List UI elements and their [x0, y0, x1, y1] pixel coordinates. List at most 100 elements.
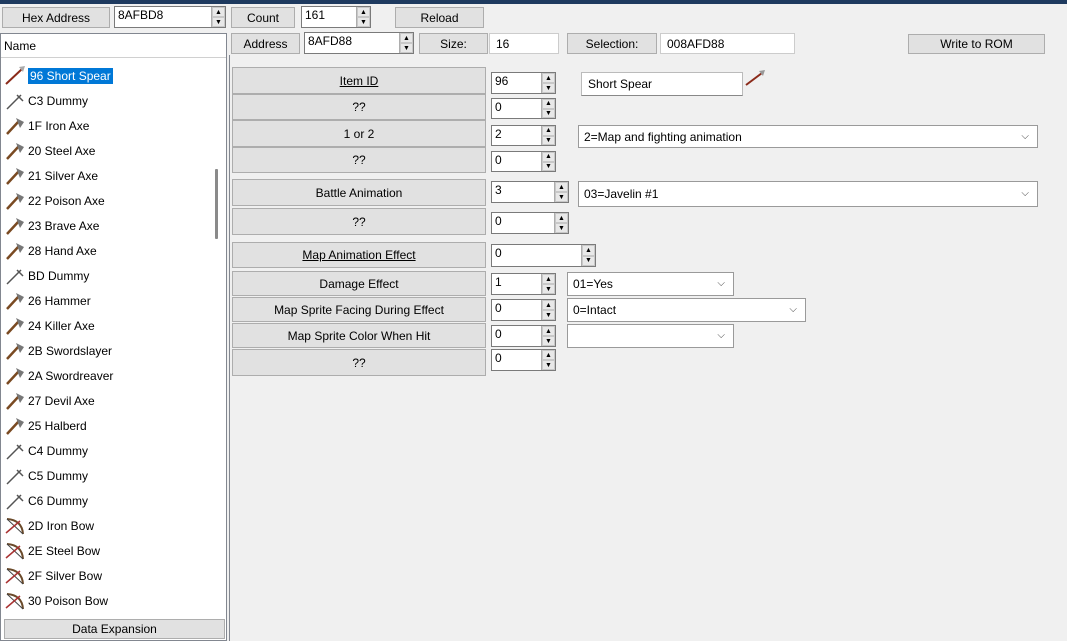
item-id-button[interactable]: Item ID [232, 67, 486, 94]
size-field[interactable]: 16 [489, 33, 559, 54]
damage-effect-input[interactable]: 1 ▲ ▼ [491, 273, 556, 295]
address-input[interactable]: 8AFD88 ▲ ▼ [304, 32, 414, 54]
list-item[interactable]: 1F Iron Axe [1, 113, 211, 138]
spin-up-icon[interactable]: ▲ [555, 182, 568, 192]
color-when-hit-input[interactable]: 0 ▲ ▼ [491, 325, 556, 347]
list-item[interactable]: BD Dummy [1, 263, 211, 288]
list-item[interactable]: 2E Steel Bow [1, 538, 211, 563]
facing-during-effect-spinner[interactable]: ▲ ▼ [541, 300, 555, 320]
spin-up-icon[interactable]: ▲ [357, 7, 370, 17]
list-item[interactable]: 30 Poison Bow [1, 588, 211, 613]
unknown-1-input[interactable]: 0 ▲ ▼ [491, 98, 556, 119]
spin-down-icon[interactable]: ▼ [542, 108, 555, 118]
unknown-3-button[interactable]: ?? [232, 208, 486, 235]
list-item[interactable]: C6 Dummy [1, 488, 211, 513]
list-item[interactable]: C4 Dummy [1, 438, 211, 463]
list-item[interactable]: 23 Brave Axe [1, 213, 211, 238]
spin-up-icon[interactable]: ▲ [400, 33, 413, 43]
spin-up-icon[interactable]: ▲ [542, 274, 555, 284]
spin-up-icon[interactable]: ▲ [212, 7, 225, 17]
list-item[interactable]: 2B Swordslayer [1, 338, 211, 363]
item-name-field[interactable]: Short Spear [581, 72, 743, 96]
data-expansion-button[interactable]: Data Expansion [4, 619, 225, 639]
name-column-header[interactable]: Name [1, 34, 226, 58]
item-list[interactable]: 96 Short Spear C3 Dummy 1F Iron Axe 20 Stee… [1, 63, 211, 613]
spin-down-icon[interactable]: ▼ [542, 135, 555, 145]
count-spinner[interactable]: ▲ ▼ [356, 7, 370, 27]
facing-during-effect-dropdown[interactable]: 0=Intact ⌵ [567, 298, 806, 322]
spin-down-icon[interactable]: ▼ [555, 223, 568, 233]
unknown-2-spinner[interactable]: ▲ ▼ [541, 152, 555, 171]
unknown-2-button[interactable]: ?? [232, 147, 486, 173]
spin-up-icon[interactable]: ▲ [555, 213, 568, 223]
unknown-2-input[interactable]: 0 ▲ ▼ [491, 151, 556, 172]
battle-animation-dropdown[interactable]: 03=Javelin #1 ⌵ [578, 181, 1038, 207]
color-when-hit-button[interactable]: Map Sprite Color When Hit [232, 323, 486, 348]
unknown-4-button[interactable]: ?? [232, 349, 486, 376]
battle-animation-spinner[interactable]: ▲ ▼ [554, 182, 568, 202]
list-item[interactable]: 28 Hand Axe [1, 238, 211, 263]
spin-up-icon[interactable]: ▲ [582, 245, 595, 256]
spin-up-icon[interactable]: ▲ [542, 126, 555, 136]
unknown-1-button[interactable]: ?? [232, 94, 486, 120]
list-item[interactable]: 27 Devil Axe [1, 388, 211, 413]
one-or-two-spinner[interactable]: ▲ ▼ [541, 126, 555, 145]
spin-down-icon[interactable]: ▼ [542, 161, 555, 171]
write-to-rom-button[interactable]: Write to ROM [908, 34, 1045, 54]
list-item[interactable]: 96 Short Spear [1, 63, 211, 88]
spin-down-icon[interactable]: ▼ [212, 17, 225, 27]
list-item[interactable]: 2D Iron Bow [1, 513, 211, 538]
list-item[interactable]: C5 Dummy [1, 463, 211, 488]
list-item[interactable]: 21 Silver Axe [1, 163, 211, 188]
battle-animation-input[interactable]: 3 ▲ ▼ [491, 181, 569, 203]
damage-effect-button[interactable]: Damage Effect [232, 271, 486, 296]
facing-during-effect-input[interactable]: 0 ▲ ▼ [491, 299, 556, 321]
spin-down-icon[interactable]: ▼ [400, 43, 413, 53]
spin-down-icon[interactable]: ▼ [542, 310, 555, 320]
map-animation-effect-input[interactable]: 0 ▲ ▼ [491, 244, 596, 267]
battle-animation-button[interactable]: Battle Animation [232, 179, 486, 206]
one-or-two-input[interactable]: 2 ▲ ▼ [491, 125, 556, 146]
hex-address-spinner[interactable]: ▲ ▼ [211, 7, 225, 27]
spin-up-icon[interactable]: ▲ [542, 73, 555, 83]
list-item[interactable]: 24 Killer Axe [1, 313, 211, 338]
map-animation-effect-spinner[interactable]: ▲ ▼ [581, 245, 595, 266]
spin-down-icon[interactable]: ▼ [555, 192, 568, 202]
spin-up-icon[interactable]: ▲ [542, 300, 555, 310]
list-item[interactable]: 25 Halberd [1, 413, 211, 438]
damage-effect-spinner[interactable]: ▲ ▼ [541, 274, 555, 294]
spin-down-icon[interactable]: ▼ [542, 83, 555, 93]
damage-effect-dropdown[interactable]: 01=Yes ⌵ [567, 272, 734, 296]
spin-down-icon[interactable]: ▼ [582, 255, 595, 266]
spin-down-icon[interactable]: ▼ [542, 336, 555, 346]
reload-button[interactable]: Reload [395, 7, 484, 28]
address-spinner[interactable]: ▲ ▼ [399, 33, 413, 53]
list-item[interactable]: C3 Dummy [1, 88, 211, 113]
unknown-4-spinner[interactable]: ▲ ▼ [541, 350, 555, 370]
spin-up-icon[interactable]: ▲ [542, 350, 555, 360]
list-item[interactable]: 2F Silver Bow [1, 563, 211, 588]
map-animation-effect-button[interactable]: Map Animation Effect [232, 242, 486, 268]
unknown-1-spinner[interactable]: ▲ ▼ [541, 99, 555, 118]
list-item[interactable]: 22 Poison Axe [1, 188, 211, 213]
spin-down-icon[interactable]: ▼ [542, 284, 555, 294]
item-id-spinner[interactable]: ▲ ▼ [541, 73, 555, 93]
one-or-two-button[interactable]: 1 or 2 [232, 120, 486, 147]
count-input[interactable]: 161 ▲ ▼ [301, 6, 371, 28]
spin-up-icon[interactable]: ▲ [542, 326, 555, 336]
spin-up-icon[interactable]: ▲ [542, 152, 555, 162]
unknown-4-input[interactable]: 0 ▲ ▼ [491, 349, 556, 371]
list-scrollbar[interactable] [215, 169, 218, 239]
list-item[interactable]: 26 Hammer [1, 288, 211, 313]
unknown-3-spinner[interactable]: ▲ ▼ [554, 213, 568, 233]
color-when-hit-dropdown[interactable]: ⌵ [567, 324, 734, 348]
spin-down-icon[interactable]: ▼ [542, 360, 555, 370]
selection-field[interactable]: 008AFD88 [660, 33, 795, 54]
list-item[interactable]: 2A Swordreaver [1, 363, 211, 388]
item-id-input[interactable]: 96 ▲ ▼ [491, 72, 556, 94]
color-when-hit-spinner[interactable]: ▲ ▼ [541, 326, 555, 346]
unknown-3-input[interactable]: 0 ▲ ▼ [491, 212, 569, 234]
spin-down-icon[interactable]: ▼ [357, 17, 370, 27]
one-or-two-dropdown[interactable]: 2=Map and fighting animation ⌵ [578, 125, 1038, 148]
list-item[interactable]: 20 Steel Axe [1, 138, 211, 163]
